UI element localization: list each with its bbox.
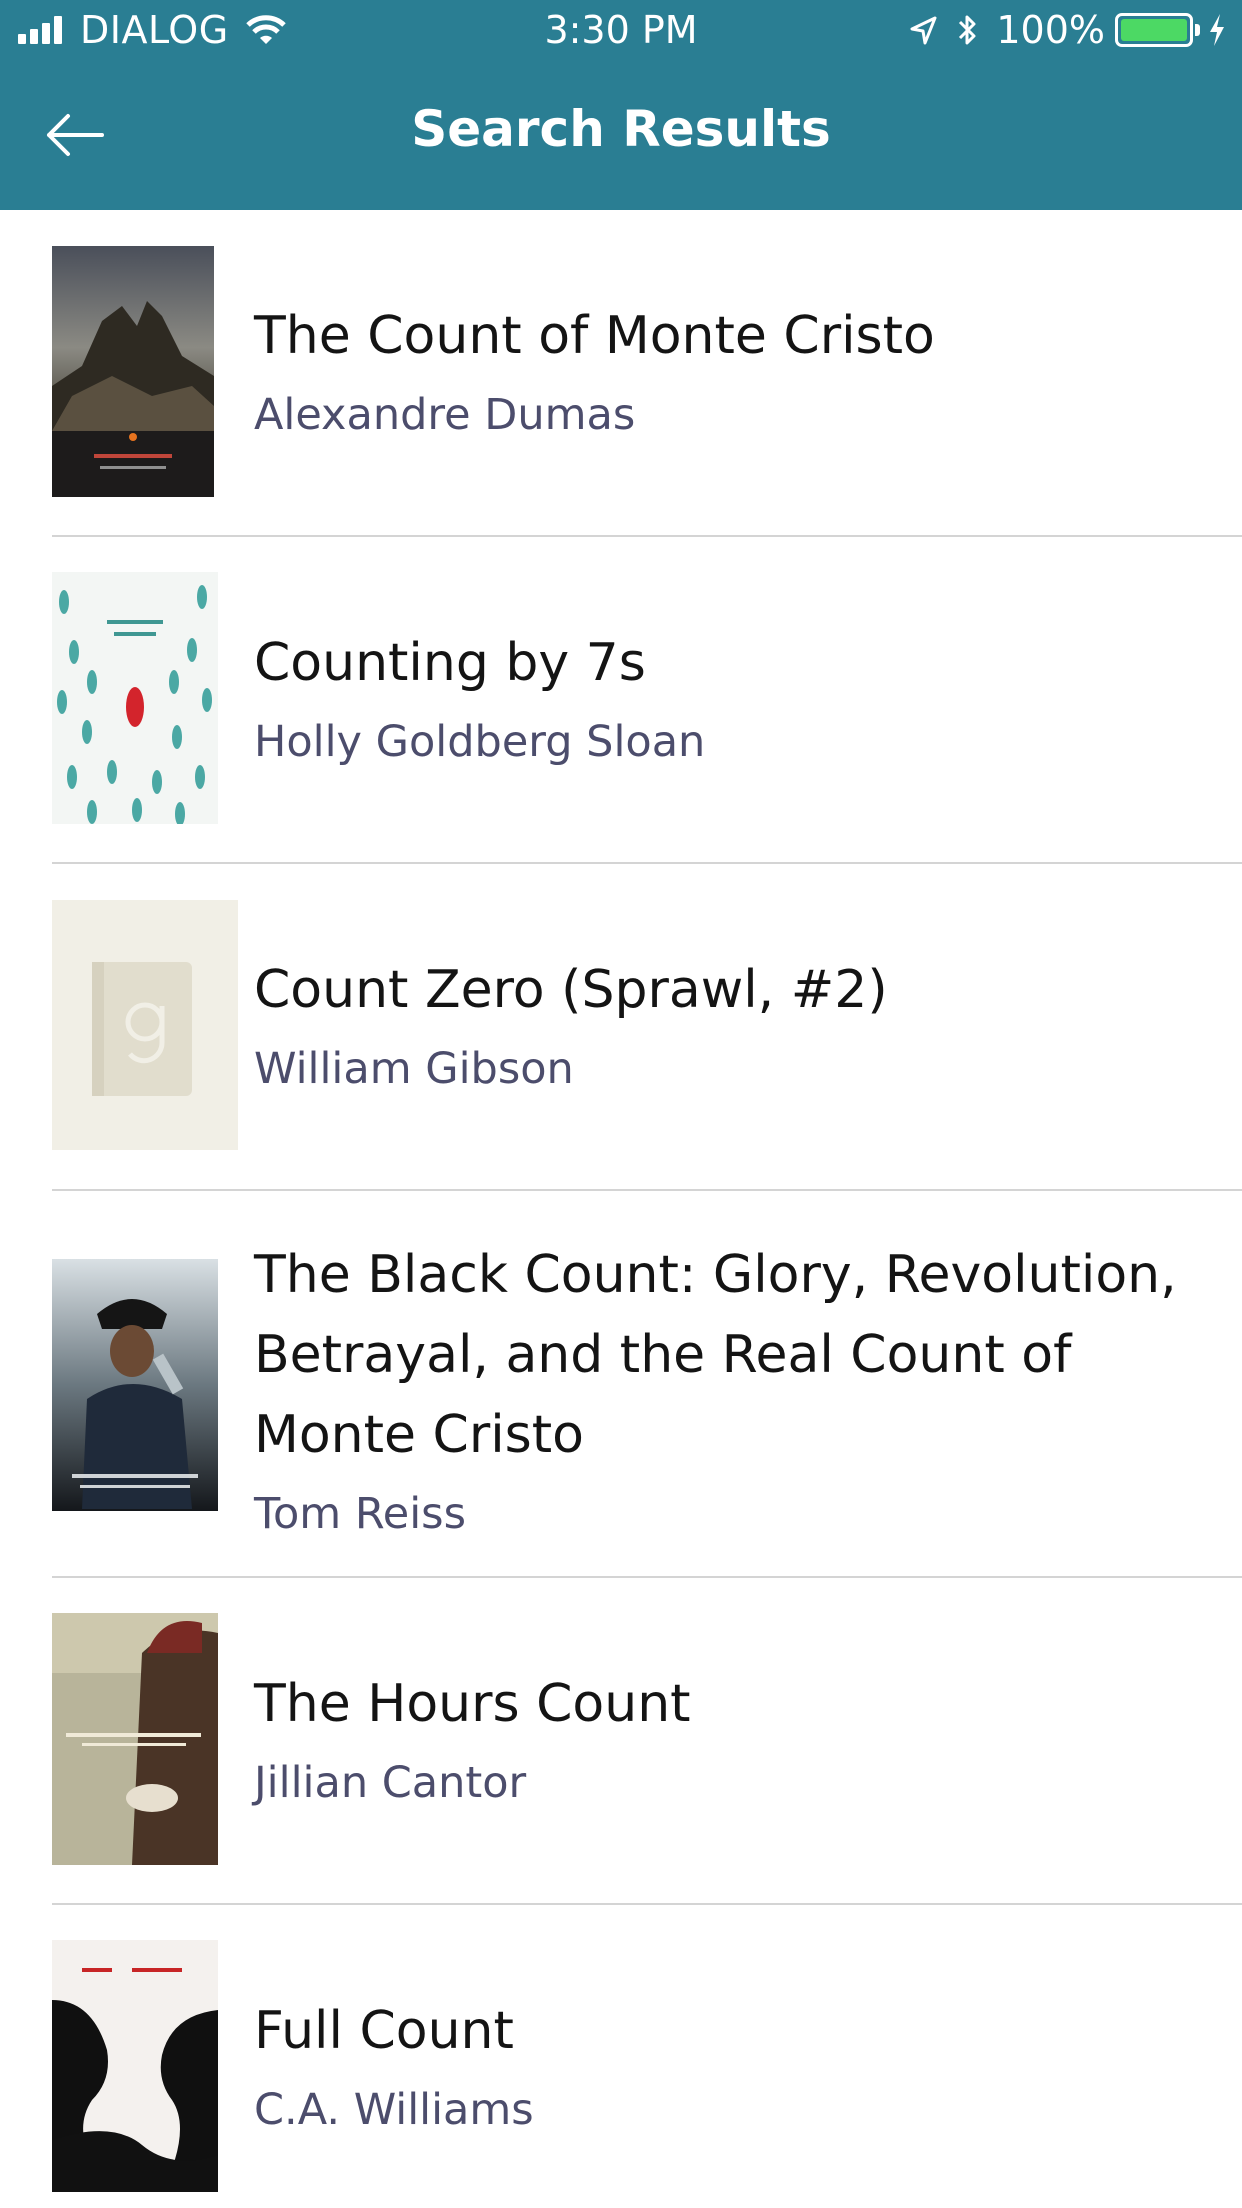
battery-cap [1195, 24, 1200, 36]
battery-percent: 100% [996, 8, 1105, 52]
book-author: Alexandre Dumas [254, 390, 636, 440]
charging-bolt-icon [1210, 14, 1224, 46]
status-right: 100% [908, 8, 1226, 52]
placeholder-g-icon [52, 900, 238, 1150]
book-cover-full-count [52, 1940, 218, 2192]
location-arrow-icon [910, 16, 937, 45]
book-title: Count Zero (Sprawl, #2) [254, 960, 888, 1020]
book-cover-black-count [52, 1259, 218, 1511]
book-title: Full Count [254, 2001, 514, 2061]
result-row[interactable]: Count Zero (Sprawl, #2) William Gibson [52, 864, 1242, 1191]
result-row[interactable]: Full Count C.A. Williams [52, 1905, 1242, 2208]
result-meta: The Black Count: Glory, Revolution, Betr… [254, 1235, 1182, 1545]
result-meta: Counting by 7s Holly Goldberg Sloan [254, 623, 1182, 773]
result-row[interactable]: Counting by 7s Holly Goldberg Sloan [52, 537, 1242, 864]
book-author: Holly Goldberg Sloan [254, 717, 706, 767]
book-author: C.A. Williams [254, 2085, 534, 2135]
book-title: Counting by 7s [254, 633, 646, 693]
result-row[interactable]: The Hours Count Jillian Cantor [52, 1578, 1242, 1905]
result-meta: The Hours Count Jillian Cantor [254, 1664, 1182, 1814]
result-row[interactable]: The Count of Monte Cristo Alexandre Duma… [52, 210, 1242, 537]
result-meta: The Count of Monte Cristo Alexandre Duma… [254, 296, 1182, 446]
book-title: The Hours Count [254, 1674, 691, 1734]
book-cover-counting-by-7s [52, 572, 218, 824]
battery-icon [1115, 13, 1193, 47]
bluetooth-icon [959, 15, 976, 45]
book-author: Tom Reiss [254, 1489, 466, 1539]
book-author: William Gibson [254, 1044, 574, 1094]
page-title: Search Results [411, 100, 831, 158]
result-meta: Count Zero (Sprawl, #2) William Gibson [254, 950, 1182, 1100]
book-cover-monte-cristo [52, 246, 214, 497]
book-cover-hours-count [52, 1613, 218, 1865]
book-title: The Black Count: Glory, Revolution, Betr… [254, 1245, 1177, 1465]
book-author: Jillian Cantor [254, 1758, 527, 1808]
result-meta: Full Count C.A. Williams [254, 1991, 1182, 2141]
result-row[interactable]: The Black Count: Glory, Revolution, Betr… [52, 1191, 1242, 1578]
app-header: DIALOG 3:30 PM 100% Search Results [0, 0, 1242, 210]
status-bar: DIALOG 3:30 PM 100% [0, 0, 1242, 62]
book-title: The Count of Monte Cristo [254, 306, 935, 366]
nav-bar: Search Results [0, 62, 1242, 210]
